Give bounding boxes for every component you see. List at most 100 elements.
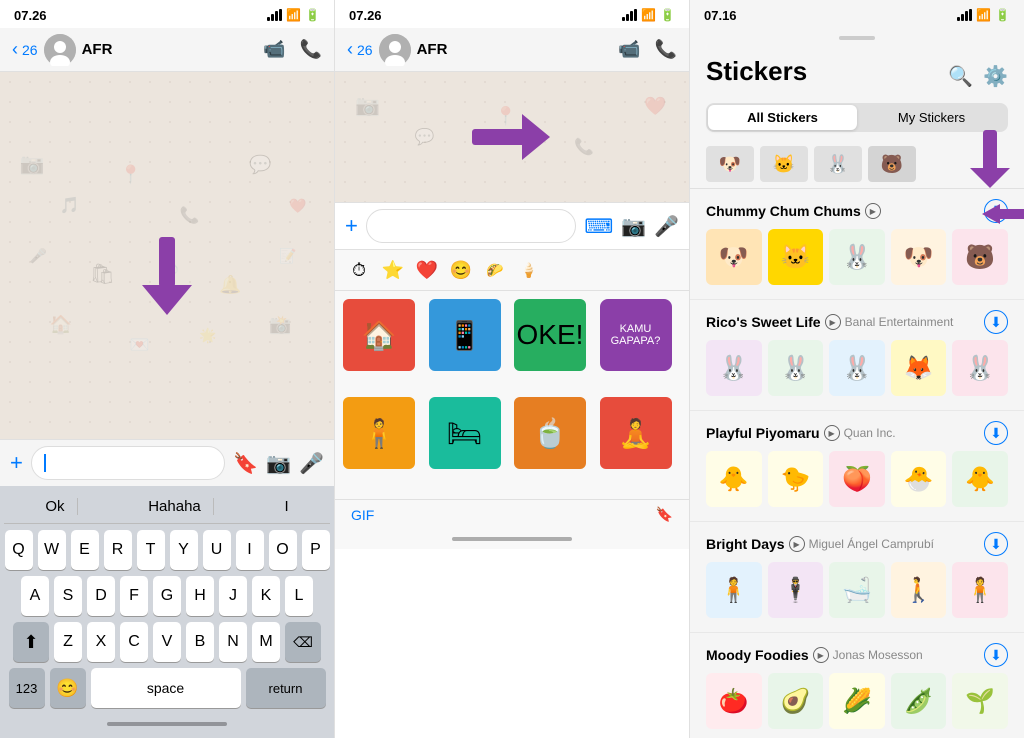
key-z[interactable]: Z xyxy=(54,622,82,662)
sticker-item-4[interactable]: KAMUGAPAPA? xyxy=(600,299,672,371)
sticker-thumb-moody-4[interactable]: 🫛 xyxy=(891,673,947,729)
sticker-thumb-piyo-1[interactable]: 🐥 xyxy=(706,451,762,507)
key-y[interactable]: Y xyxy=(170,530,198,570)
play-button-moody[interactable]: ▶ xyxy=(813,647,829,663)
sticker-thumb-bright-2[interactable]: 🕴️ xyxy=(768,562,824,618)
download-button-moody[interactable]: ⬇ xyxy=(984,643,1008,667)
sticker-button-1[interactable]: 🔖 xyxy=(233,451,258,476)
key-space[interactable]: space xyxy=(91,668,241,708)
nav-actions-1[interactable]: 📹 📞 xyxy=(263,39,322,60)
sticker-thumb-bright-1[interactable]: 🧍 xyxy=(706,562,762,618)
sticker-item-8[interactable]: 🧘 xyxy=(600,397,672,469)
sticker-thumb-chummy-1[interactable]: 🐶 xyxy=(706,229,762,285)
sticker-tab-recent[interactable]: ⏱ xyxy=(345,256,373,284)
video-call-icon-1[interactable]: 📹 xyxy=(263,39,285,60)
mic-button-1[interactable]: 🎤 xyxy=(299,451,324,476)
key-d[interactable]: D xyxy=(87,576,115,616)
sticker-tab-star[interactable]: ⭐ xyxy=(379,256,407,284)
sticker-thumb-rico-3[interactable]: 🐰 xyxy=(829,340,885,396)
video-call-icon-2[interactable]: 📹 xyxy=(618,39,640,60)
sticker-thumb-piyo-2[interactable]: 🐤 xyxy=(768,451,824,507)
sticker-thumb-moody-2[interactable]: 🥑 xyxy=(768,673,824,729)
download-button-rico[interactable]: ⬇ xyxy=(984,310,1008,334)
sticker-thumb-moody-3[interactable]: 🌽 xyxy=(829,673,885,729)
sticker-thumb-moody-5[interactable]: 🌱 xyxy=(952,673,1008,729)
play-button-bright[interactable]: ▶ xyxy=(789,536,805,552)
key-x[interactable]: X xyxy=(87,622,115,662)
play-button-chummy[interactable]: ▶ xyxy=(865,203,881,219)
sticker-thumb-chummy-4[interactable]: 🐶 xyxy=(891,229,947,285)
key-h[interactable]: H xyxy=(186,576,214,616)
back-button-1[interactable]: ‹ 26 xyxy=(12,39,38,60)
phone-icon-2[interactable]: 📞 xyxy=(655,39,677,60)
key-t[interactable]: T xyxy=(137,530,165,570)
sticker-tab-heart[interactable]: ❤️ xyxy=(413,256,441,284)
sticker-thumb-bright-3[interactable]: 🛁 xyxy=(829,562,885,618)
sticker-thumb-rico-1[interactable]: 🐰 xyxy=(706,340,762,396)
message-input-1[interactable] xyxy=(31,446,225,480)
tab-all-stickers[interactable]: All Stickers xyxy=(708,105,857,130)
message-input-2[interactable] xyxy=(366,209,576,243)
sticker-thumb-chummy-2[interactable]: 🐱 xyxy=(768,229,824,285)
play-button-piyomaru[interactable]: ▶ xyxy=(824,425,840,441)
sticker-item-6[interactable]: 🛏 xyxy=(429,397,501,469)
key-shift[interactable]: ⬆ xyxy=(13,622,49,662)
key-s[interactable]: S xyxy=(54,576,82,616)
sticker-tab-ice[interactable]: 🍦 xyxy=(515,256,543,284)
sticker-thumb-moody-1[interactable]: 🍅 xyxy=(706,673,762,729)
sticker-item-1[interactable]: 🏠 xyxy=(343,299,415,371)
sticker-thumb-chummy-5[interactable]: 🐻 xyxy=(952,229,1008,285)
key-delete[interactable]: ⌫ xyxy=(285,622,321,662)
sticker-item-3[interactable]: OKE! xyxy=(514,299,586,371)
key-m[interactable]: M xyxy=(252,622,280,662)
sticker-item-5[interactable]: 🧍 xyxy=(343,397,415,469)
key-r[interactable]: R xyxy=(104,530,132,570)
key-a[interactable]: A xyxy=(21,576,49,616)
sticker-thumb-chummy-3[interactable]: 🐰 xyxy=(829,229,885,285)
nav-actions-2[interactable]: 📹 📞 xyxy=(618,39,677,60)
sticker-thumb-rico-4[interactable]: 🦊 xyxy=(891,340,947,396)
key-u[interactable]: U xyxy=(203,530,231,570)
suggestion-i[interactable]: I xyxy=(272,498,300,515)
key-v[interactable]: V xyxy=(153,622,181,662)
tab-my-stickers[interactable]: My Stickers xyxy=(857,105,1006,130)
mic-button-2[interactable]: 🎤 xyxy=(654,214,679,239)
play-button-rico[interactable]: ▶ xyxy=(825,314,841,330)
key-l[interactable]: L xyxy=(285,576,313,616)
key-return[interactable]: return xyxy=(246,668,326,708)
sticker-thumb-bright-5[interactable]: 🧍 xyxy=(952,562,1008,618)
camera-button-1[interactable]: 📷 xyxy=(266,451,291,476)
plus-button-2[interactable]: + xyxy=(345,213,358,239)
key-f[interactable]: F xyxy=(120,576,148,616)
key-e[interactable]: E xyxy=(71,530,99,570)
key-j[interactable]: J xyxy=(219,576,247,616)
sticker-thumb-piyo-4[interactable]: 🐣 xyxy=(891,451,947,507)
suggestion-ok[interactable]: Ok xyxy=(33,498,77,515)
key-emoji[interactable]: 😊 xyxy=(50,668,86,708)
sticker-toggle-button[interactable]: 🔖 xyxy=(656,506,673,523)
key-n[interactable]: N xyxy=(219,622,247,662)
key-b[interactable]: B xyxy=(186,622,214,662)
suggestion-hahaha[interactable]: Hahaha xyxy=(136,498,214,515)
settings-icon[interactable]: ⚙️ xyxy=(983,64,1008,89)
key-i[interactable]: I xyxy=(236,530,264,570)
sticker-thumb-piyo-5[interactable]: 🐥 xyxy=(952,451,1008,507)
sticker-tab-food[interactable]: 🌮 xyxy=(481,256,509,284)
key-c[interactable]: C xyxy=(120,622,148,662)
key-g[interactable]: G xyxy=(153,576,181,616)
key-o[interactable]: O xyxy=(269,530,297,570)
key-w[interactable]: W xyxy=(38,530,66,570)
plus-button-1[interactable]: + xyxy=(10,450,23,476)
sticker-item-2[interactable]: 📱 xyxy=(429,299,501,371)
sticker-item-7[interactable]: 🍵 xyxy=(514,397,586,469)
camera-button-2[interactable]: 📷 xyxy=(621,214,646,239)
key-k[interactable]: K xyxy=(252,576,280,616)
sticker-thumb-rico-2[interactable]: 🐰 xyxy=(768,340,824,396)
gif-button[interactable]: GIF xyxy=(351,507,374,523)
sticker-tab-face[interactable]: 😊 xyxy=(447,256,475,284)
keyboard-toggle-2[interactable]: ⌨ xyxy=(584,214,613,239)
sticker-thumb-rico-5[interactable]: 🐰 xyxy=(952,340,1008,396)
key-123[interactable]: 123 xyxy=(9,668,45,708)
key-p[interactable]: P xyxy=(302,530,330,570)
download-button-piyomaru[interactable]: ⬇ xyxy=(984,421,1008,445)
